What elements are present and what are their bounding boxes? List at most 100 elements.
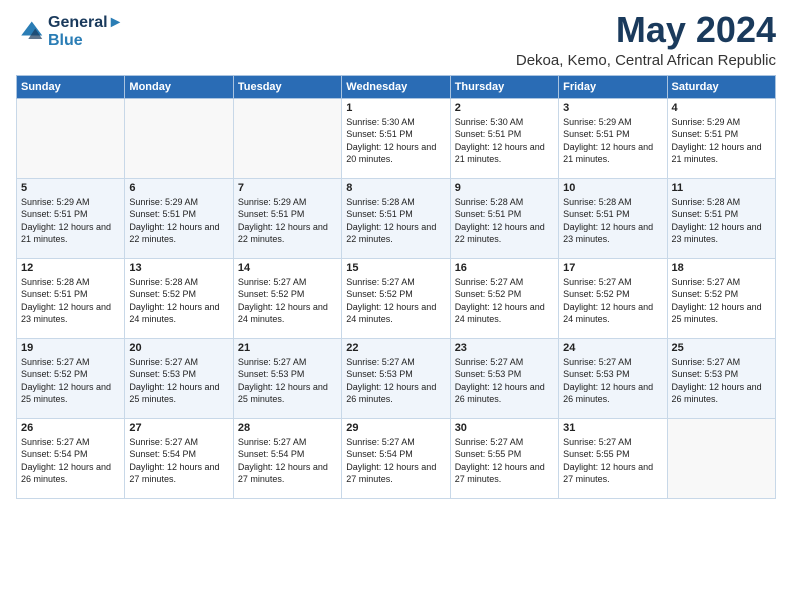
- header-day-saturday: Saturday: [667, 75, 775, 98]
- day-info: Sunrise: 5:27 AMSunset: 5:55 PMDaylight:…: [563, 436, 662, 486]
- day-number: 22: [346, 342, 445, 354]
- header-day-friday: Friday: [559, 75, 667, 98]
- day-cell: 30 Sunrise: 5:27 AMSunset: 5:55 PMDayligh…: [450, 418, 558, 498]
- day-cell: 27 Sunrise: 5:27 AMSunset: 5:54 PMDayligh…: [125, 418, 233, 498]
- day-cell: 16 Sunrise: 5:27 AMSunset: 5:52 PMDayligh…: [450, 258, 558, 338]
- day-cell: 11Sunrise: 5:28 AMSunset: 5:51 PMDayligh…: [667, 178, 775, 258]
- day-info: Sunrise: 5:27 AMSunset: 5:52 PMDaylight:…: [21, 356, 120, 406]
- day-info: Sunrise: 5:27 AMSunset: 5:52 PMDaylight:…: [346, 276, 445, 326]
- day-info: Sunrise: 5:28 AMSunset: 5:51 PMDaylight:…: [455, 196, 554, 246]
- day-number: 29: [346, 422, 445, 434]
- week-row-2: 12 Sunrise: 5:28 AMSunset: 5:51 PMDayligh…: [17, 258, 776, 338]
- day-cell: 15Sunrise: 5:27 AMSunset: 5:52 PMDayligh…: [342, 258, 450, 338]
- day-cell: 3 Sunrise: 5:29 AMSunset: 5:51 PMDaylight…: [559, 98, 667, 178]
- day-cell: 17 Sunrise: 5:27 AMSunset: 5:52 PMDayligh…: [559, 258, 667, 338]
- day-number: 2: [455, 102, 554, 114]
- day-cell: 2 Sunrise: 5:30 AMSunset: 5:51 PMDaylight…: [450, 98, 558, 178]
- day-number: 12: [21, 262, 120, 274]
- calendar-table: SundayMondayTuesdayWednesdayThursdayFrid…: [16, 75, 776, 499]
- day-cell: 1 Sunrise: 5:30 AMSunset: 5:51 PMDaylight…: [342, 98, 450, 178]
- day-number: 19: [21, 342, 120, 354]
- day-info: Sunrise: 5:29 AMSunset: 5:51 PMDaylight:…: [563, 116, 662, 166]
- day-number: 23: [455, 342, 554, 354]
- day-number: 16: [455, 262, 554, 274]
- day-info: Sunrise: 5:27 AMSunset: 5:54 PMDaylight:…: [129, 436, 228, 486]
- day-number: 30: [455, 422, 554, 434]
- day-info: Sunrise: 5:28 AMSunset: 5:51 PMDaylight:…: [563, 196, 662, 246]
- day-number: 26: [21, 422, 120, 434]
- header-day-wednesday: Wednesday: [342, 75, 450, 98]
- day-cell: 31 Sunrise: 5:27 AMSunset: 5:55 PMDayligh…: [559, 418, 667, 498]
- day-cell: 25 Sunrise: 5:27 AMSunset: 5:53 PMDayligh…: [667, 338, 775, 418]
- day-cell: 5Sunrise: 5:29 AMSunset: 5:51 PMDaylight…: [17, 178, 125, 258]
- day-cell: [17, 98, 125, 178]
- day-number: 3: [563, 102, 662, 114]
- day-cell: 18Sunrise: 5:27 AMSunset: 5:52 PMDayligh…: [667, 258, 775, 338]
- day-number: 14: [238, 262, 337, 274]
- logo-icon: [16, 18, 44, 46]
- day-info: Sunrise: 5:27 AMSunset: 5:54 PMDaylight:…: [346, 436, 445, 486]
- day-info: Sunrise: 5:27 AMSunset: 5:52 PMDaylight:…: [563, 276, 662, 326]
- header-day-thursday: Thursday: [450, 75, 558, 98]
- day-number: 31: [563, 422, 662, 434]
- day-info: Sunrise: 5:29 AMSunset: 5:51 PMDaylight:…: [129, 196, 228, 246]
- day-info: Sunrise: 5:30 AMSunset: 5:51 PMDaylight:…: [455, 116, 554, 166]
- day-cell: 28 Sunrise: 5:27 AMSunset: 5:54 PMDayligh…: [233, 418, 341, 498]
- day-cell: 6 Sunrise: 5:29 AMSunset: 5:51 PMDaylight…: [125, 178, 233, 258]
- day-cell: 7Sunrise: 5:29 AMSunset: 5:51 PMDaylight…: [233, 178, 341, 258]
- day-number: 20: [129, 342, 228, 354]
- day-info: Sunrise: 5:28 AMSunset: 5:51 PMDaylight:…: [21, 276, 120, 326]
- day-number: 28: [238, 422, 337, 434]
- day-cell: 4 Sunrise: 5:29 AMSunset: 5:51 PMDaylight…: [667, 98, 775, 178]
- day-cell: 26 Sunrise: 5:27 AMSunset: 5:54 PMDayligh…: [17, 418, 125, 498]
- day-info: Sunrise: 5:27 AMSunset: 5:54 PMDaylight:…: [238, 436, 337, 486]
- day-cell: [125, 98, 233, 178]
- day-number: 1: [346, 102, 445, 114]
- subtitle: Dekoa, Kemo, Central African Republic: [516, 52, 776, 69]
- day-info: Sunrise: 5:29 AMSunset: 5:51 PMDaylight:…: [21, 196, 120, 246]
- day-info: Sunrise: 5:27 AMSunset: 5:53 PMDaylight:…: [563, 356, 662, 406]
- day-cell: 12 Sunrise: 5:28 AMSunset: 5:51 PMDayligh…: [17, 258, 125, 338]
- day-info: Sunrise: 5:27 AMSunset: 5:54 PMDaylight:…: [21, 436, 120, 486]
- header: General► Blue May 2024 Dekoa, Kemo, Cent…: [16, 10, 776, 69]
- logo: General► Blue: [16, 14, 123, 49]
- header-day-sunday: Sunday: [17, 75, 125, 98]
- week-row-4: 26 Sunrise: 5:27 AMSunset: 5:54 PMDayligh…: [17, 418, 776, 498]
- day-number: 27: [129, 422, 228, 434]
- day-info: Sunrise: 5:28 AMSunset: 5:52 PMDaylight:…: [129, 276, 228, 326]
- logo-text: General► Blue: [48, 14, 123, 49]
- day-number: 24: [563, 342, 662, 354]
- day-cell: 22Sunrise: 5:27 AMSunset: 5:53 PMDayligh…: [342, 338, 450, 418]
- day-number: 13: [129, 262, 228, 274]
- day-number: 11: [672, 182, 771, 194]
- day-info: Sunrise: 5:27 AMSunset: 5:52 PMDaylight:…: [455, 276, 554, 326]
- day-number: 6: [129, 182, 228, 194]
- day-cell: [233, 98, 341, 178]
- page: General► Blue May 2024 Dekoa, Kemo, Cent…: [0, 0, 792, 509]
- day-info: Sunrise: 5:27 AMSunset: 5:53 PMDaylight:…: [672, 356, 771, 406]
- day-cell: 29 Sunrise: 5:27 AMSunset: 5:54 PMDayligh…: [342, 418, 450, 498]
- day-cell: [667, 418, 775, 498]
- day-number: 10: [563, 182, 662, 194]
- day-number: 25: [672, 342, 771, 354]
- day-cell: 19 Sunrise: 5:27 AMSunset: 5:52 PMDayligh…: [17, 338, 125, 418]
- day-number: 7: [238, 182, 337, 194]
- day-number: 9: [455, 182, 554, 194]
- day-cell: 24 Sunrise: 5:27 AMSunset: 5:53 PMDayligh…: [559, 338, 667, 418]
- day-cell: 23Sunrise: 5:27 AMSunset: 5:53 PMDayligh…: [450, 338, 558, 418]
- day-cell: 21Sunrise: 5:27 AMSunset: 5:53 PMDayligh…: [233, 338, 341, 418]
- day-number: 17: [563, 262, 662, 274]
- day-cell: 14 Sunrise: 5:27 AMSunset: 5:52 PMDayligh…: [233, 258, 341, 338]
- week-row-1: 5Sunrise: 5:29 AMSunset: 5:51 PMDaylight…: [17, 178, 776, 258]
- day-cell: 8Sunrise: 5:28 AMSunset: 5:51 PMDaylight…: [342, 178, 450, 258]
- day-info: Sunrise: 5:27 AMSunset: 5:52 PMDaylight:…: [672, 276, 771, 326]
- day-info: Sunrise: 5:27 AMSunset: 5:52 PMDaylight:…: [238, 276, 337, 326]
- header-day-tuesday: Tuesday: [233, 75, 341, 98]
- day-info: Sunrise: 5:27 AMSunset: 5:53 PMDaylight:…: [129, 356, 228, 406]
- day-number: 8: [346, 182, 445, 194]
- day-info: Sunrise: 5:30 AMSunset: 5:51 PMDaylight:…: [346, 116, 445, 166]
- day-number: 4: [672, 102, 771, 114]
- day-info: Sunrise: 5:29 AMSunset: 5:51 PMDaylight:…: [672, 116, 771, 166]
- day-cell: 13 Sunrise: 5:28 AMSunset: 5:52 PMDayligh…: [125, 258, 233, 338]
- day-info: Sunrise: 5:27 AMSunset: 5:55 PMDaylight:…: [455, 436, 554, 486]
